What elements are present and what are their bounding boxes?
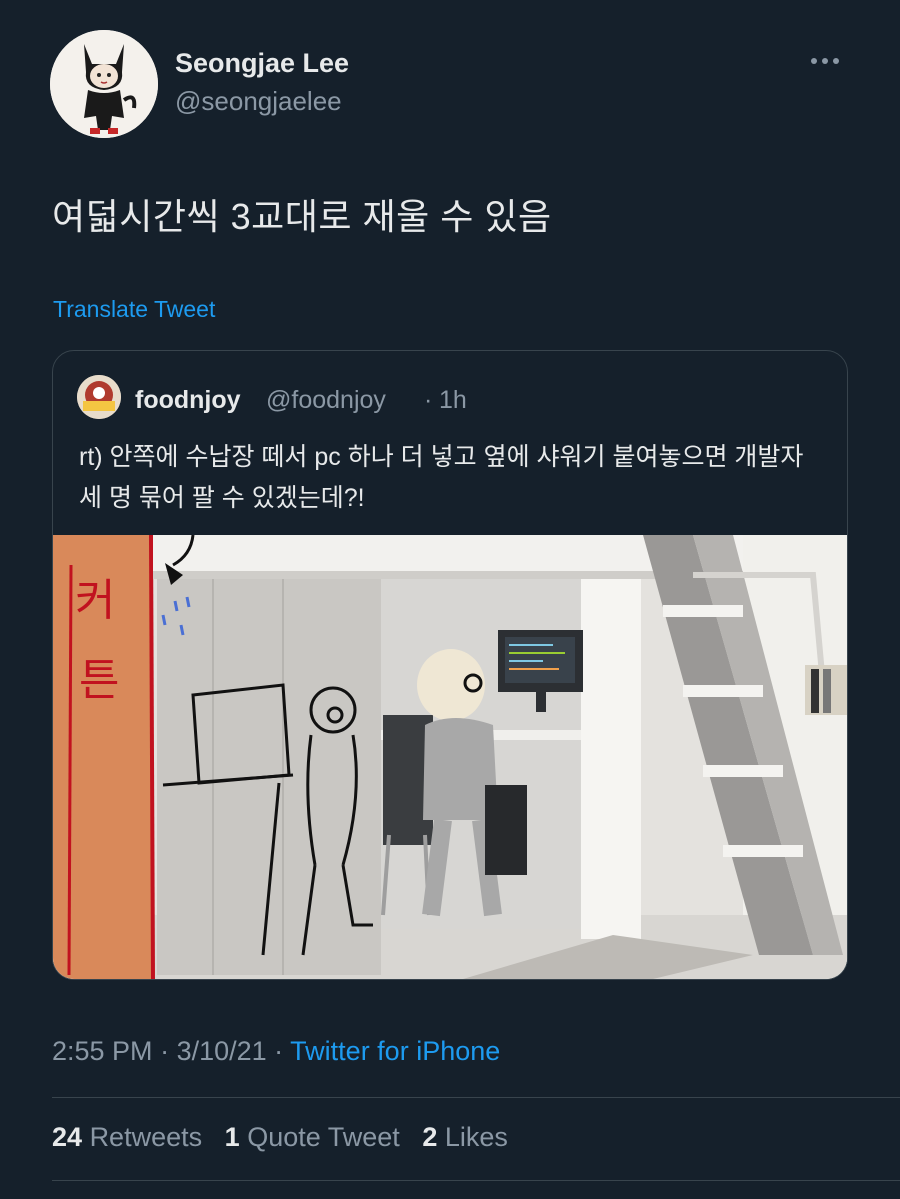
retweets-label: Retweets <box>89 1122 203 1152</box>
tweet-meta: 2:55 PM · 3/10/21 · Twitter for iPhone <box>52 1036 500 1067</box>
tweet-stats: 24 Retweets 1 Quote Tweet 2 Likes <box>52 1122 508 1153</box>
more-options-button[interactable] <box>805 48 845 72</box>
quote-tweets-label: Quote Tweet <box>247 1122 400 1152</box>
tweet-time[interactable]: 2:55 PM <box>52 1036 153 1066</box>
author-avatar[interactable] <box>50 30 158 138</box>
tweet-date[interactable]: 3/10/21 <box>177 1036 267 1066</box>
divider <box>52 1097 900 1098</box>
more-horizontal-icon <box>833 58 839 64</box>
curtain-label-line2: 튼 <box>79 655 119 706</box>
more-horizontal-icon <box>811 58 817 64</box>
tweet-detail: Seongjae Lee @seongjaelee 여덟시간씩 3교대로 재울 … <box>0 0 900 1199</box>
translate-tweet-link[interactable]: Translate Tweet <box>53 296 215 323</box>
meta-separator: · <box>152 1036 177 1066</box>
tweet-text: 여덟시간씩 3교대로 재울 수 있음 <box>52 196 552 237</box>
quote-separator: · <box>424 386 433 414</box>
quote-image-loft-bed-photo[interactable]: 커 튼 <box>53 535 847 979</box>
more-horizontal-icon <box>822 58 828 64</box>
quote-author-name[interactable]: foodnjoy <box>135 386 241 415</box>
likes-label: Likes <box>444 1122 508 1152</box>
quote-author-avatar[interactable] <box>77 375 121 419</box>
tweet-source[interactable]: Twitter for iPhone <box>290 1036 500 1066</box>
quote-tweets-count: 1 <box>224 1122 240 1152</box>
quote-tweets-stat[interactable]: 1 Quote Tweet <box>225 1122 400 1152</box>
author-name[interactable]: Seongjae Lee <box>175 48 349 79</box>
quoted-tweet-card[interactable]: foodnjoy @foodnjoy · 1h rt) 안쪽에 수납장 떼서 p… <box>52 350 848 980</box>
likes-count: 2 <box>422 1122 438 1152</box>
quote-author-handle[interactable]: @foodnjoy <box>266 386 386 415</box>
divider <box>52 1180 900 1181</box>
quote-text: rt) 안쪽에 수납장 떼서 pc 하나 더 넣고 옆에 샤워기 붙여놓으면 개… <box>79 443 804 512</box>
loft-bed-drawing: 커 튼 <box>53 535 847 979</box>
meta-separator: · <box>266 1036 291 1066</box>
retweets-stat[interactable]: 24 Retweets <box>52 1122 202 1152</box>
retweets-count: 24 <box>52 1122 83 1152</box>
quote-timestamp[interactable]: 1h <box>439 386 467 415</box>
black-cat-character-avatar-icon <box>50 30 158 138</box>
likes-stat[interactable]: 2 Likes <box>422 1122 508 1152</box>
curtain-label-line1: 커 <box>75 575 115 626</box>
food-logo-icon <box>77 375 121 419</box>
author-handle[interactable]: @seongjaelee <box>175 86 342 117</box>
